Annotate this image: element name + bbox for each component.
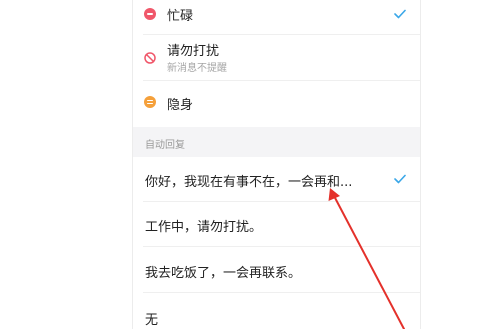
auto-reply-section-title: 自动回复 (145, 140, 185, 151)
status-label-do-not-disturb: 请勿打扰 (167, 44, 220, 59)
screenshot-stage: 忙碌 请勿打扰 新消息不提醒 隐身 自动回复 你好，我现在有事不在，一会再和..… (0, 0, 495, 329)
status-option-invisible[interactable]: 隐身 (133, 81, 420, 127)
auto-reply-option[interactable]: 我去吃饭了，一会再联系。 (133, 247, 420, 292)
auto-reply-text: 工作中，请勿打扰。 (145, 220, 263, 235)
auto-reply-text: 无 (145, 313, 159, 328)
auto-reply-option[interactable]: 无 (133, 293, 420, 329)
checkmark-icon (394, 174, 406, 184)
status-settings-panel: 忙碌 请勿打扰 新消息不提醒 隐身 自动回复 你好，我现在有事不在，一会再和..… (132, 0, 421, 329)
auto-reply-option[interactable]: 你好，我现在有事不在，一会再和... (133, 157, 420, 201)
status-option-do-not-disturb[interactable]: 请勿打扰 新消息不提醒 (133, 35, 420, 80)
status-label-invisible: 隐身 (167, 98, 194, 113)
auto-reply-text: 你好，我现在有事不在，一会再和... (145, 175, 353, 190)
status-label-busy: 忙碌 (167, 9, 194, 24)
status-sublabel-do-not-disturb: 新消息不提醒 (167, 63, 227, 74)
auto-reply-section-header: 自动回复 (133, 127, 420, 157)
checkmark-icon (394, 9, 406, 19)
busy-status-icon (144, 8, 156, 20)
invisible-status-icon (144, 96, 156, 108)
auto-reply-option[interactable]: 工作中，请勿打扰。 (133, 202, 420, 246)
do-not-disturb-icon (144, 52, 156, 64)
auto-reply-text: 我去吃饭了，一会再联系。 (145, 266, 302, 281)
status-option-busy[interactable]: 忙碌 (133, 0, 420, 34)
